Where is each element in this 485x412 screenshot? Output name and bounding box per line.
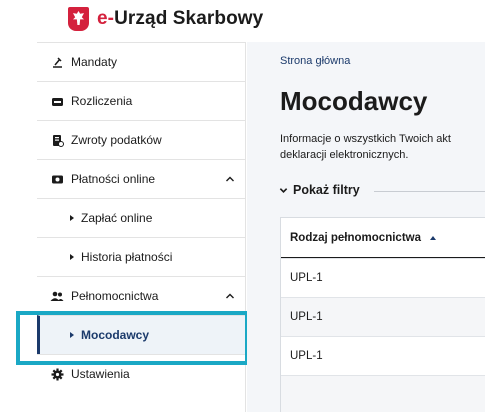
triangle-bullet-icon — [70, 254, 74, 260]
description-line: Informacje o wszystkich Twoich akt — [280, 133, 451, 145]
table-row[interactable]: UPL-1 — [281, 258, 485, 297]
sidebar-item-pelnomocnictwa[interactable]: Pełnomocnictwa — [37, 276, 245, 315]
table-cell: UPL-1 — [290, 350, 323, 362]
main-content: Strona główna Mocodawcy Informacje o wsz… — [247, 42, 485, 412]
description-line: deklaracji elektronicznych. — [280, 149, 409, 161]
show-filters-label: Pokaż filtry — [293, 183, 360, 197]
sidebar-item-label: Zapłać online — [81, 211, 153, 225]
table-cell: UPL-1 — [290, 311, 323, 323]
chevron-down-icon — [279, 186, 288, 195]
highlight-frame — [16, 311, 249, 365]
sidebar-item-label: Zwroty podatków — [71, 133, 162, 147]
divider — [374, 191, 485, 192]
sidebar-item-label: Mandaty — [71, 55, 118, 69]
chevron-up-icon[interactable] — [225, 173, 235, 183]
sidebar-item-mandaty[interactable]: Mandaty — [37, 42, 245, 81]
sidebar-item-label: Historia płatności — [81, 250, 173, 264]
sidebar-item-zwroty[interactable]: Zwroty podatków — [37, 120, 245, 159]
column-header-rodzaj[interactable]: Rodzaj pełnomocnictwa — [281, 218, 485, 258]
eagle-emblem-icon — [68, 7, 89, 31]
breadcrumb[interactable]: Strona główna — [280, 55, 350, 67]
sidebar-item-label: Pełnomocnictwa — [71, 289, 159, 303]
people-icon — [50, 289, 64, 303]
payment-card-icon — [50, 172, 64, 186]
page-description: Informacje o wszystkich Twoich akt dekla… — [280, 131, 485, 163]
table-row[interactable]: UPL-1 — [281, 336, 485, 375]
table-row[interactable]: UPL-1 — [281, 297, 485, 336]
table-cell: UPL-1 — [290, 272, 323, 284]
triangle-bullet-icon — [70, 215, 74, 221]
sidebar-item-label: Płatności online — [71, 172, 156, 186]
sidebar-item-rozliczenia[interactable]: Rozliczenia — [37, 81, 245, 120]
sidebar-item-zaplac-online[interactable]: Zapłać online — [37, 198, 245, 237]
refund-icon — [50, 133, 64, 147]
sidebar-item-historia-platnosci[interactable]: Historia płatności — [37, 237, 245, 276]
principals-table: Rodzaj pełnomocnictwa UPL-1 UPL-1 UPL-1 — [280, 217, 485, 412]
fine-icon — [50, 55, 64, 69]
table-row[interactable] — [281, 375, 485, 412]
show-filters-toggle[interactable]: Pokaż filtry — [279, 183, 485, 197]
gear-icon — [50, 367, 64, 381]
brand-title: e-Urząd Skarbowy — [97, 8, 264, 29]
chevron-up-icon[interactable] — [225, 290, 235, 300]
column-header-label: Rodzaj pełnomocnictwa — [290, 231, 421, 244]
sidebar-item-platnosci[interactable]: Płatności online — [37, 159, 245, 198]
app-header: e-Urząd Skarbowy — [0, 0, 485, 42]
page-title: Mocodawcy — [280, 86, 428, 116]
sidebar-item-label: Rozliczenia — [71, 94, 133, 108]
sort-ascending-icon[interactable] — [430, 235, 436, 240]
wallet-icon — [50, 94, 64, 108]
sidebar-item-label: Ustawienia — [71, 367, 130, 381]
logo[interactable]: e-Urząd Skarbowy — [68, 7, 263, 31]
